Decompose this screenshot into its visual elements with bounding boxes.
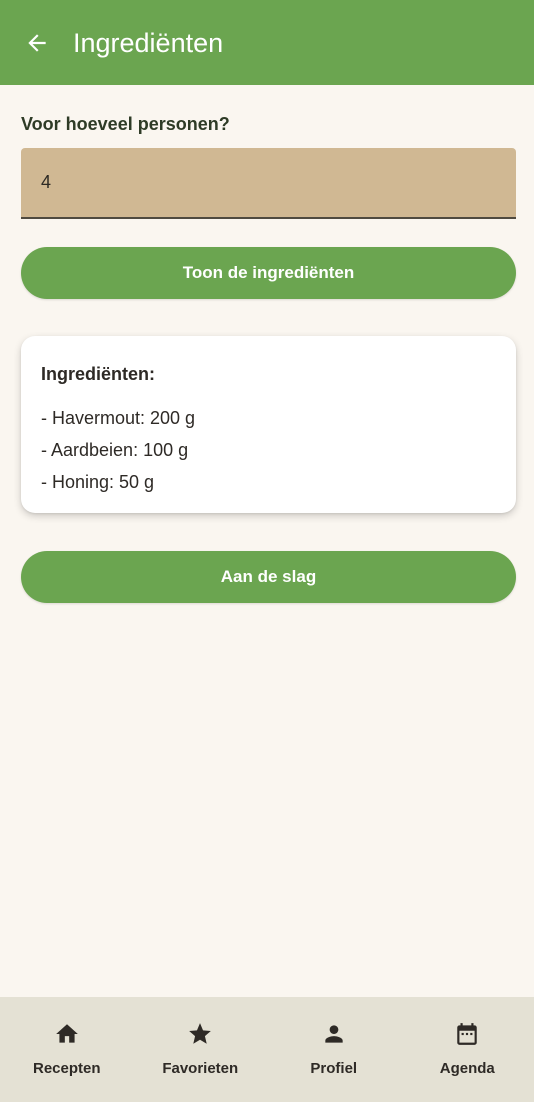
arrow-left-icon	[28, 34, 46, 52]
persons-question-label: Voor hoeveel personen?	[21, 114, 230, 134]
page-title: Ingrediënten	[73, 28, 224, 58]
star-icon	[187, 1021, 213, 1047]
app-bar: Ingrediënten	[0, 0, 534, 85]
bottom-navigation: Recepten Favorieten Profiel Agenda	[0, 997, 534, 1102]
nav-label: Agenda	[439, 1060, 495, 1077]
persons-field[interactable]	[21, 148, 516, 219]
home-icon	[54, 1021, 80, 1047]
nav-item-favorieten[interactable]: Favorieten	[134, 997, 268, 1102]
person-icon	[321, 1021, 347, 1047]
nav-label: Recepten	[32, 1060, 101, 1077]
ingredient-item: - Havermout: 200 g	[41, 408, 196, 428]
calendar-icon	[454, 1021, 480, 1047]
back-button[interactable]	[22, 28, 52, 58]
show-ingredients-button[interactable]: Toon de ingrediënten	[21, 247, 516, 299]
nav-item-agenda[interactable]: Agenda	[401, 997, 534, 1102]
ingredients-card: Ingrediënten: - Havermout: 200 g - Aardb…	[21, 336, 516, 513]
ingredient-item: - Honing: 50 g	[41, 472, 155, 492]
ingredients-list: - Havermout: 200 g - Aardbeien: 100 g - …	[41, 402, 195, 498]
nav-item-recepten[interactable]: Recepten	[0, 997, 134, 1102]
app-screen: Ingrediënten Voor hoeveel personen? Toon…	[0, 0, 534, 1102]
nav-label: Profiel	[310, 1060, 358, 1077]
nav-label: Favorieten	[162, 1060, 239, 1077]
nav-item-profiel[interactable]: Profiel	[267, 997, 401, 1102]
start-button[interactable]: Aan de slag	[21, 551, 516, 603]
persons-input[interactable]	[21, 148, 516, 217]
ingredients-card-title: Ingrediënten:	[41, 364, 156, 384]
ingredient-item: - Aardbeien: 100 g	[41, 440, 189, 460]
